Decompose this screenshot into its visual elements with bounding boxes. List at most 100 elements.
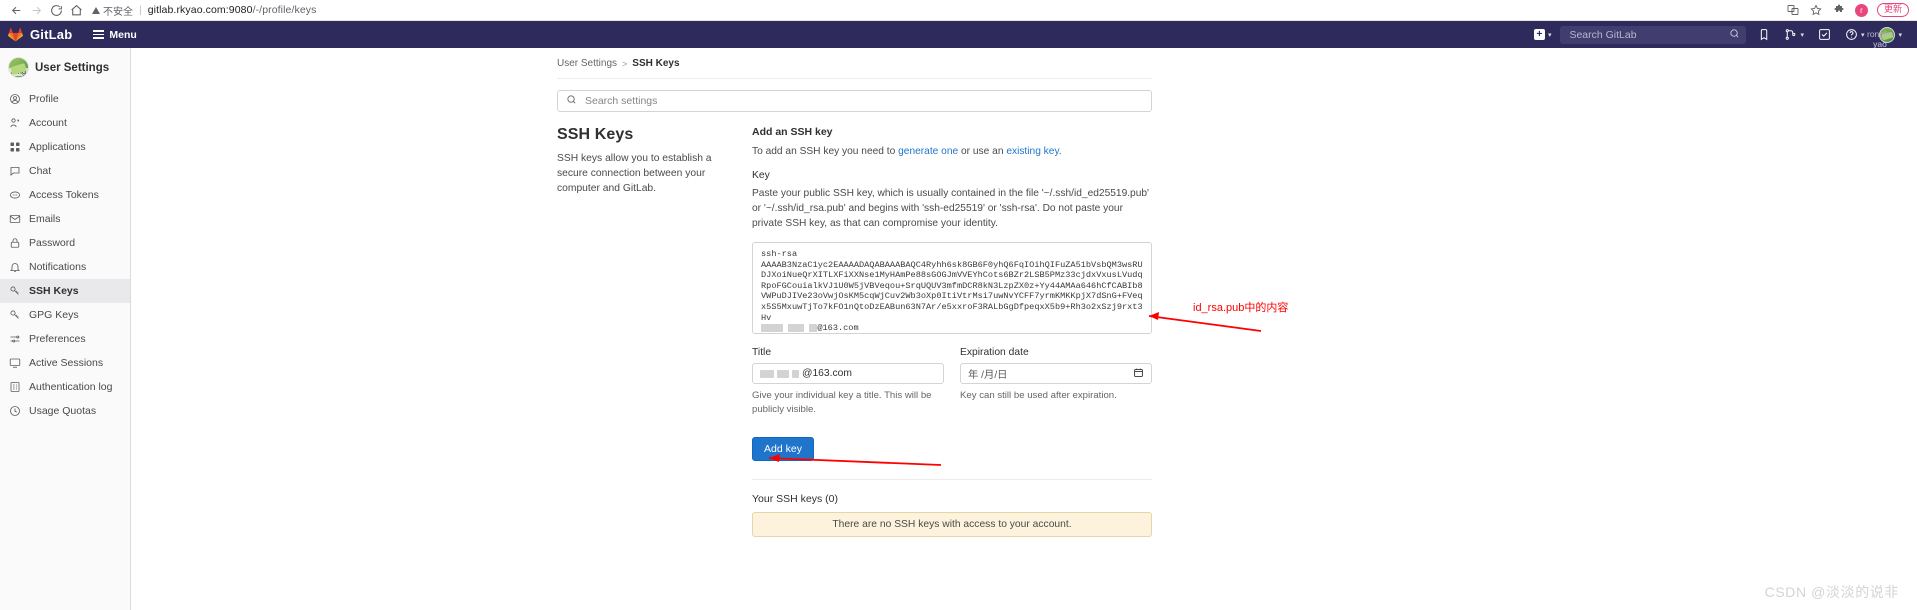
sidebar-nav-list: Profile Account Applications Chat Access… [0, 87, 130, 423]
global-search[interactable] [1560, 25, 1747, 44]
envelope-icon [8, 213, 21, 226]
main-menu-label: Menu [109, 28, 137, 41]
sidebar-item-label: Password [29, 236, 76, 249]
sidebar-avatar-label: rong [9, 67, 28, 76]
search-icon [566, 92, 577, 110]
forward-arrow-icon [26, 1, 46, 19]
calendar-icon[interactable] [1133, 367, 1144, 381]
lock-icon [8, 237, 21, 250]
merge-requests-dropdown[interactable]: ▾ [1777, 21, 1811, 48]
key-field-help: Paste your public SSH key, which is usua… [752, 188, 1150, 229]
title-input[interactable]: @163.com [752, 363, 944, 384]
sidebar-item-password[interactable]: Password [0, 231, 130, 255]
gitlab-home-link[interactable]: GitLab [8, 27, 72, 42]
ssh-keys-description-column: SSH Keys SSH keys allow you to establish… [557, 126, 752, 537]
redacted-block [760, 369, 774, 378]
sidebar-item-label: Usage Quotas [29, 404, 97, 417]
key-icon [8, 285, 21, 298]
list-log-icon [8, 381, 21, 394]
key-icon [8, 309, 21, 322]
sidebar-item-label: Emails [29, 212, 61, 225]
generate-one-link[interactable]: generate one [898, 146, 958, 157]
issues-icon [1761, 29, 1768, 41]
redacted-block [761, 324, 783, 333]
sidebar-item-ssh-keys[interactable]: SSH Keys [0, 279, 130, 303]
sidebar-header: rong User Settings [0, 52, 130, 87]
breadcrumb-parent[interactable]: User Settings [557, 58, 617, 69]
clock-icon [8, 405, 21, 418]
title-help-text: Give your individual key a title. This w… [752, 390, 932, 415]
sidebar-item-label: Preferences [29, 332, 86, 345]
sidebar-item-emails[interactable]: Emails [0, 207, 130, 231]
update-button[interactable]: 更新 [1876, 3, 1909, 17]
search-settings-field[interactable] [557, 90, 1152, 112]
expiration-placeholder: 年 /月/日 [968, 370, 1008, 381]
sidebar-item-profile[interactable]: Profile [0, 87, 130, 111]
gitlab-brand-label: GitLab [30, 27, 73, 42]
sidebar-item-notifications[interactable]: Notifications [0, 255, 130, 279]
puzzle-icon[interactable] [1832, 3, 1846, 17]
search-settings-input[interactable] [583, 94, 1143, 108]
title-expiration-row: Title @163.com Give your individual key … [752, 347, 1152, 416]
sidebar-item-preferences[interactable]: Preferences [0, 327, 130, 351]
sidebar-item-access-tokens[interactable]: Access Tokens [0, 183, 130, 207]
title-column: Title @163.com Give your individual key … [752, 347, 944, 416]
sidebar-item-label: Chat [29, 164, 52, 177]
browser-profile-avatar[interactable]: r [1854, 3, 1868, 17]
sidebar-item-chat[interactable]: Chat [0, 159, 130, 183]
title-input-value: @163.com [802, 368, 852, 379]
star-icon[interactable] [1809, 3, 1823, 17]
bell-icon [8, 261, 21, 274]
section-divider [752, 479, 1152, 480]
existing-key-link[interactable]: existing key [1006, 146, 1058, 157]
browser-toolbar: 不安全 | gitlab.rkyao.com:9080/-/profile/ke… [0, 0, 1917, 21]
add-key-intro: To add an SSH key you need to generate o… [752, 146, 1062, 157]
chevron-down-icon: ▾ [1547, 31, 1552, 39]
breadcrumb: User Settings > SSH Keys [557, 58, 1152, 79]
sidebar-item-label: Access Tokens [29, 188, 99, 201]
key-textarea[interactable]: ssh-rsa AAAAB3NzaC1yc2EAAAADAQABAAABAQC4… [752, 242, 1152, 334]
sidebar-item-usage-quotas[interactable]: Usage Quotas [0, 399, 130, 423]
page-body: rong User Settings Profile Account Appli… [0, 48, 1917, 610]
sidebar-item-gpg-keys[interactable]: GPG Keys [0, 303, 130, 327]
gitlab-navbar: GitLab Menu + ▾ ▾ ▾ [0, 21, 1917, 48]
warning-triangle-icon [92, 6, 100, 14]
reload-icon[interactable] [46, 1, 66, 19]
new-dropdown[interactable]: + ▾ [1527, 21, 1559, 48]
todos-link[interactable] [1811, 21, 1838, 48]
security-status[interactable]: 不安全 [92, 3, 133, 18]
translate-icon[interactable] [1786, 3, 1800, 17]
issues-link[interactable] [1750, 21, 1777, 48]
page-title: SSH Keys [557, 126, 634, 143]
add-key-title: Add an SSH key [752, 126, 833, 138]
address-bar[interactable]: 不安全 | gitlab.rkyao.com:9080/-/profile/ke… [92, 2, 1780, 19]
search-input[interactable] [1567, 27, 1740, 42]
settings-sidebar: rong User Settings Profile Account Appli… [0, 48, 131, 610]
watermark: CSDN @淡淡的说非 [1764, 584, 1899, 600]
home-icon[interactable] [66, 1, 86, 19]
sidebar-item-account[interactable]: Account [0, 111, 130, 135]
chevron-down-icon: ▾ [1800, 31, 1804, 39]
applications-grid-icon [8, 141, 21, 154]
sidebar-item-label: GPG Keys [29, 308, 79, 321]
add-key-button[interactable]: Add key [752, 437, 814, 461]
title-field-label: Title [752, 347, 772, 358]
sidebar-item-authentication-log[interactable]: Authentication log [0, 375, 130, 399]
expiration-date-input[interactable]: 年 /月/日 [960, 363, 1152, 384]
redacted-block [792, 369, 799, 378]
navbar-username: rongke yao [1867, 29, 1893, 49]
expiration-help-text: Key can still be used after expiration. [960, 390, 1117, 401]
sidebar-avatar: rong [8, 57, 29, 78]
empty-keys-alert: There are no SSH keys with access to you… [752, 512, 1152, 537]
sidebar-item-active-sessions[interactable]: Active Sessions [0, 351, 130, 375]
sidebar-item-label: Authentication log [29, 380, 113, 393]
your-ssh-keys-heading: Your SSH keys (0) [752, 493, 838, 505]
key-textarea-value: ssh-rsa AAAAB3NzaC1yc2EAAAADAQABAAABAQC4… [761, 249, 1143, 323]
sidebar-title: User Settings [35, 61, 110, 74]
main-menu-button[interactable]: Menu [93, 28, 137, 41]
sidebar-item-label: Profile [29, 92, 59, 105]
search-icon [1729, 26, 1740, 44]
breadcrumb-current: SSH Keys [632, 58, 680, 69]
back-arrow-icon[interactable] [6, 1, 26, 19]
sidebar-item-applications[interactable]: Applications [0, 135, 130, 159]
